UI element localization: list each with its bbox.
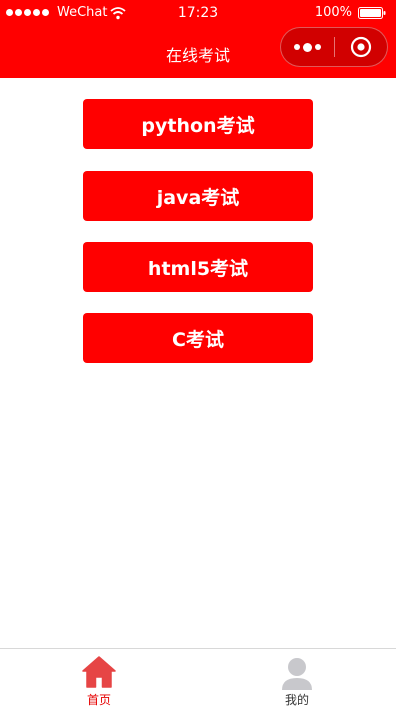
- miniprogram-capsule: [280, 27, 388, 67]
- close-miniprogram-icon[interactable]: [350, 36, 372, 58]
- navigation-bar: 在线考试: [0, 26, 396, 78]
- python-exam-button[interactable]: python考试: [83, 99, 313, 149]
- battery-percentage: 100%: [314, 5, 352, 20]
- tab-bar: 首页 我的: [0, 648, 396, 707]
- battery-icon: [358, 7, 386, 19]
- home-icon: [82, 656, 116, 688]
- tab-mine-label: 我的: [284, 693, 309, 707]
- html5-exam-button[interactable]: html5考试: [83, 242, 313, 292]
- tab-home-label: 首页: [86, 693, 111, 707]
- status-bar: WeChat 17:23 100%: [0, 0, 396, 26]
- c-exam-button[interactable]: C考试: [83, 313, 313, 363]
- tab-home[interactable]: 首页: [0, 649, 198, 708]
- more-icon[interactable]: [294, 42, 324, 52]
- tab-mine[interactable]: 我的: [198, 649, 396, 708]
- capsule-divider: [334, 37, 335, 57]
- user-icon: [282, 658, 312, 690]
- java-exam-button[interactable]: java考试: [83, 171, 313, 221]
